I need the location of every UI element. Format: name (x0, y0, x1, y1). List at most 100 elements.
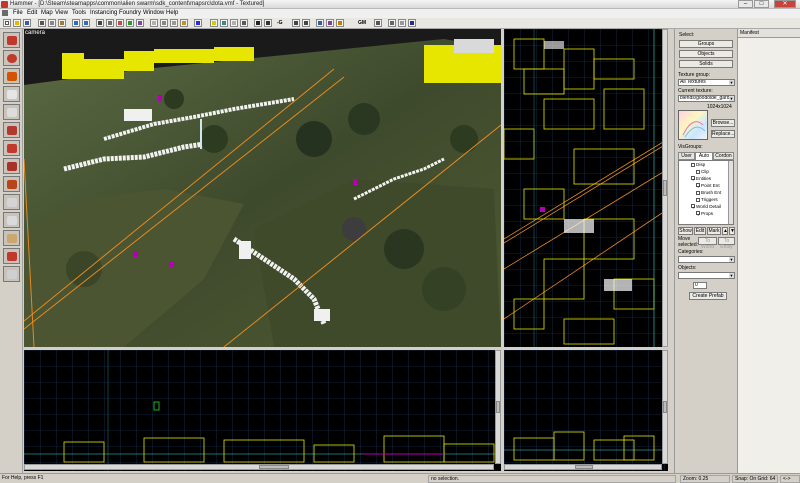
paste-icon[interactable] (58, 19, 66, 27)
open-icon[interactable] (13, 19, 21, 27)
instance-icon[interactable] (374, 19, 382, 27)
solids-button[interactable]: Solids (679, 60, 733, 68)
browse-button[interactable]: Browse... (711, 119, 735, 127)
camera-tool-icon[interactable] (3, 68, 20, 84)
carve-icon[interactable] (180, 19, 188, 27)
to-world-button[interactable]: To World (698, 237, 717, 250)
top-2d-viewport[interactable] (504, 29, 668, 347)
visgroup-item[interactable]: Clip (696, 169, 709, 174)
show-button[interactable]: Show (678, 227, 693, 235)
hide-icon[interactable] (150, 19, 158, 27)
groups-button[interactable]: Groups (679, 40, 733, 48)
close-button[interactable]: ✕ (774, 0, 796, 8)
decrease-grid-icon[interactable] (292, 19, 300, 27)
grid-size-label[interactable]: -G (277, 20, 283, 26)
mark-button[interactable]: Mark (707, 227, 721, 235)
visgroup-item[interactable]: ✓Props (696, 211, 713, 217)
ungroup-icon[interactable] (170, 19, 178, 27)
maximize-button[interactable]: □ (754, 0, 769, 8)
snap-icon[interactable] (126, 19, 134, 27)
checkbox-icon[interactable] (696, 170, 700, 174)
objects-button[interactable]: Objects (679, 50, 733, 58)
move-down-icon[interactable]: ▼ (729, 227, 735, 235)
run-map-icon[interactable] (194, 19, 202, 27)
edit-button[interactable]: Edit (694, 227, 706, 235)
side-2d-viewport[interactable] (504, 350, 668, 471)
3d-grid-icon[interactable] (136, 19, 144, 27)
tab-cordon[interactable]: Cordon (713, 152, 734, 160)
group-icon[interactable] (160, 19, 168, 27)
redo-icon[interactable] (82, 19, 90, 27)
cordon-icon[interactable] (210, 19, 218, 27)
check-map-icon[interactable] (230, 19, 238, 27)
front-2d-viewport[interactable] (24, 350, 501, 471)
checkbox-icon[interactable] (696, 191, 700, 195)
visgroup-item[interactable]: Disp (691, 162, 705, 167)
save-icon[interactable] (23, 19, 31, 27)
menu-window[interactable]: Window (143, 10, 164, 16)
vertex-icon[interactable] (316, 19, 324, 27)
select-icon[interactable] (254, 19, 262, 27)
to-entity-button[interactable]: To Entity (718, 237, 735, 250)
entity-tool-icon[interactable] (3, 86, 20, 102)
prefab-icon[interactable] (398, 19, 406, 27)
menu-instancing[interactable]: Instancing (90, 10, 117, 16)
collapse-icon[interactable] (388, 19, 396, 27)
vertex-tool-icon[interactable] (3, 212, 20, 228)
visgroup-item[interactable]: ✓World Detail (691, 204, 721, 210)
increase-grid-icon[interactable] (302, 19, 310, 27)
block-tool-icon[interactable] (3, 104, 20, 120)
checkbox-icon[interactable] (696, 198, 700, 202)
sprinkle-tool-icon[interactable] (3, 248, 20, 264)
texture-group-select[interactable]: All Textures ▼ (678, 79, 735, 86)
cut-icon[interactable] (38, 19, 46, 27)
minimize-button[interactable]: – (738, 0, 753, 8)
menu-tools[interactable]: Tools (72, 10, 86, 16)
visgroup-item[interactable]: ✓Entities (691, 176, 711, 182)
menu-help[interactable]: Help (166, 10, 178, 16)
menu-foundry[interactable]: Foundry (119, 10, 141, 16)
overlay-tool-icon[interactable] (3, 176, 20, 192)
camera-icon[interactable] (96, 19, 104, 27)
visgroups-scrollbar[interactable] (728, 161, 733, 224)
menu-file[interactable]: File (13, 10, 23, 16)
menu-edit[interactable]: Edit (27, 10, 37, 16)
entity-report-icon[interactable] (220, 19, 228, 27)
texture-tool-icon[interactable] (3, 122, 20, 138)
selection-tool-icon[interactable] (3, 32, 20, 48)
texture-lock-icon[interactable] (116, 19, 124, 27)
visgroup-item[interactable]: ✓Point Ent (696, 183, 720, 189)
visgroups-tree[interactable]: Disp Clip ✓Entities ✓Point Ent Brush Ent… (678, 160, 734, 225)
front-viewport-vscrollbar[interactable] (495, 350, 501, 464)
visgroup-item[interactable]: Triggers (696, 197, 718, 202)
copy-icon[interactable] (48, 19, 56, 27)
side-viewport-hscrollbar[interactable] (504, 464, 662, 470)
move-icon[interactable] (264, 19, 272, 27)
clipping-tool-icon[interactable] (3, 194, 20, 210)
apply-texture-tool-icon[interactable] (3, 140, 20, 156)
side-viewport-vscrollbar[interactable] (662, 350, 668, 464)
new-icon[interactable] (3, 19, 11, 27)
checkbox-icon[interactable] (691, 163, 695, 167)
objects-select[interactable]: ▼ (678, 272, 735, 279)
categories-select[interactable]: ▼ (678, 256, 735, 263)
decal-tool-icon[interactable] (3, 158, 20, 174)
tab-user[interactable]: User (678, 152, 695, 160)
menu-view[interactable]: View (55, 10, 68, 16)
displacement-icon[interactable] (240, 19, 248, 27)
light-icon[interactable] (336, 19, 344, 27)
camera-viewport[interactable]: camera (24, 29, 501, 347)
checkbox-checked-icon[interactable]: ✓ (696, 183, 701, 189)
move-up-icon[interactable]: ▲ (722, 227, 728, 235)
grid-icon[interactable] (106, 19, 114, 27)
group-mode-label[interactable]: GM (358, 20, 366, 26)
lock-icon[interactable] (408, 19, 416, 27)
model-icon[interactable] (326, 19, 334, 27)
checkbox-checked-icon[interactable]: ✓ (691, 204, 696, 210)
front-viewport-hscrollbar[interactable] (24, 464, 494, 470)
current-texture-select[interactable]: blends/goodoide_garde ▼ (678, 95, 735, 102)
objects-count-field[interactable]: 0 (693, 282, 707, 289)
document-icon[interactable] (2, 10, 8, 16)
replace-button[interactable]: Replace... (711, 130, 735, 138)
menu-map[interactable]: Map (41, 10, 53, 16)
